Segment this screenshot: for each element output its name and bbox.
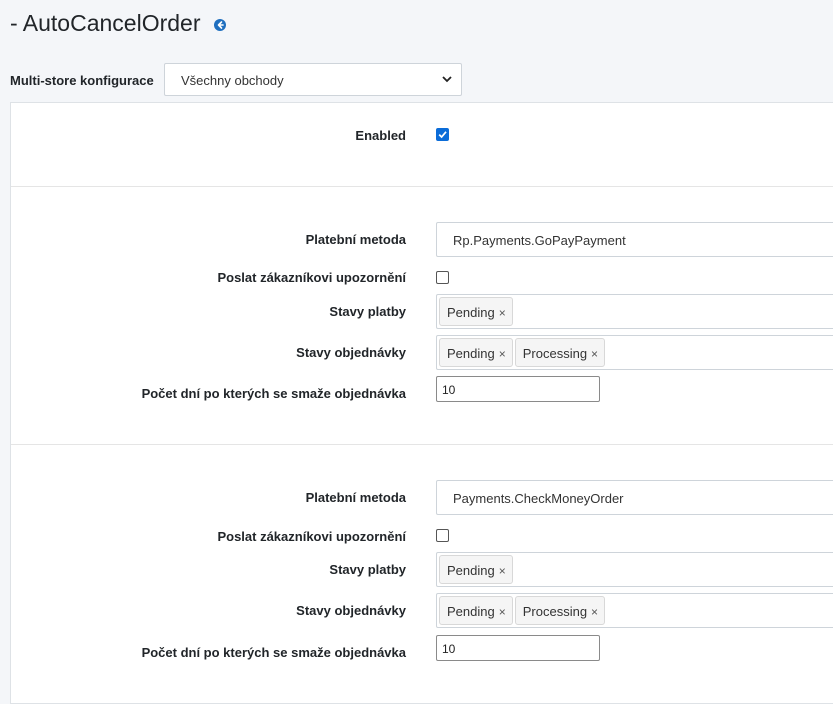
payment-states-label: Stavy platby [329, 304, 406, 319]
back-arrow-icon[interactable] [214, 18, 227, 31]
days-input[interactable]: 10 [436, 635, 600, 661]
tag-remove-icon[interactable]: × [591, 605, 598, 619]
days-label: Počet dní po kterých se smaže objednávka [141, 386, 406, 401]
tag-label: Pending [447, 346, 495, 361]
order-states-label: Stavy objednávky [296, 345, 406, 360]
notify-customer-checkbox[interactable] [436, 529, 449, 542]
checkmark-icon [438, 131, 447, 139]
multistore-label: Multi-store konfigurace [10, 73, 154, 88]
tag-label: Pending [447, 604, 495, 619]
payment-method-field[interactable]: Rp.Payments.GoPayPayment [436, 222, 833, 257]
enabled-label: Enabled [355, 128, 406, 143]
order-states-select[interactable]: Pending × Processing × [436, 335, 833, 370]
payment-method-field[interactable]: Payments.CheckMoneyOrder [436, 480, 833, 515]
days-label: Počet dní po kterých se smaže objednávka [141, 645, 406, 660]
multistore-select[interactable]: Všechny obchody [164, 63, 462, 96]
order-state-tag: Pending × [439, 338, 513, 367]
payment-method-label: Platební metoda [305, 232, 406, 247]
order-state-tag: Processing × [514, 596, 606, 625]
tag-label: Pending [447, 305, 495, 320]
tag-remove-icon[interactable]: × [591, 347, 598, 361]
tag-remove-icon[interactable]: × [499, 564, 506, 578]
notify-customer-checkbox[interactable] [436, 271, 449, 284]
payment-states-select[interactable]: Pending × [436, 294, 833, 329]
chevron-down-icon [442, 76, 452, 83]
page-title-text: - AutoCancelOrder [10, 10, 201, 36]
order-state-tag: Processing × [514, 338, 606, 367]
payment-states-select[interactable]: Pending × [436, 552, 833, 587]
page-title: - AutoCancelOrder [10, 10, 227, 37]
section-divider [11, 186, 833, 187]
notify-customer-label: Poslat zákazníkovi upozornění [217, 529, 406, 544]
payment-method-label: Platební metoda [305, 490, 406, 505]
multistore-selected-value: Všechny obchody [181, 73, 284, 88]
notify-customer-label: Poslat zákazníkovi upozornění [217, 270, 406, 285]
enabled-checkbox[interactable] [436, 128, 449, 141]
section-divider [11, 444, 833, 445]
tag-label: Processing [522, 604, 588, 619]
order-state-tag: Pending × [439, 596, 513, 625]
payment-state-tag: Pending × [439, 555, 513, 584]
tag-remove-icon[interactable]: × [499, 347, 506, 361]
order-states-label: Stavy objednávky [296, 603, 406, 618]
tag-label: Pending [447, 563, 495, 578]
order-states-select[interactable]: Pending × Processing × [436, 593, 833, 628]
days-input[interactable]: 10 [436, 376, 600, 402]
tag-remove-icon[interactable]: × [499, 605, 506, 619]
tag-label: Processing [522, 346, 588, 361]
payment-state-tag: Pending × [439, 297, 513, 326]
tag-remove-icon[interactable]: × [499, 306, 506, 320]
payment-states-label: Stavy platby [329, 562, 406, 577]
